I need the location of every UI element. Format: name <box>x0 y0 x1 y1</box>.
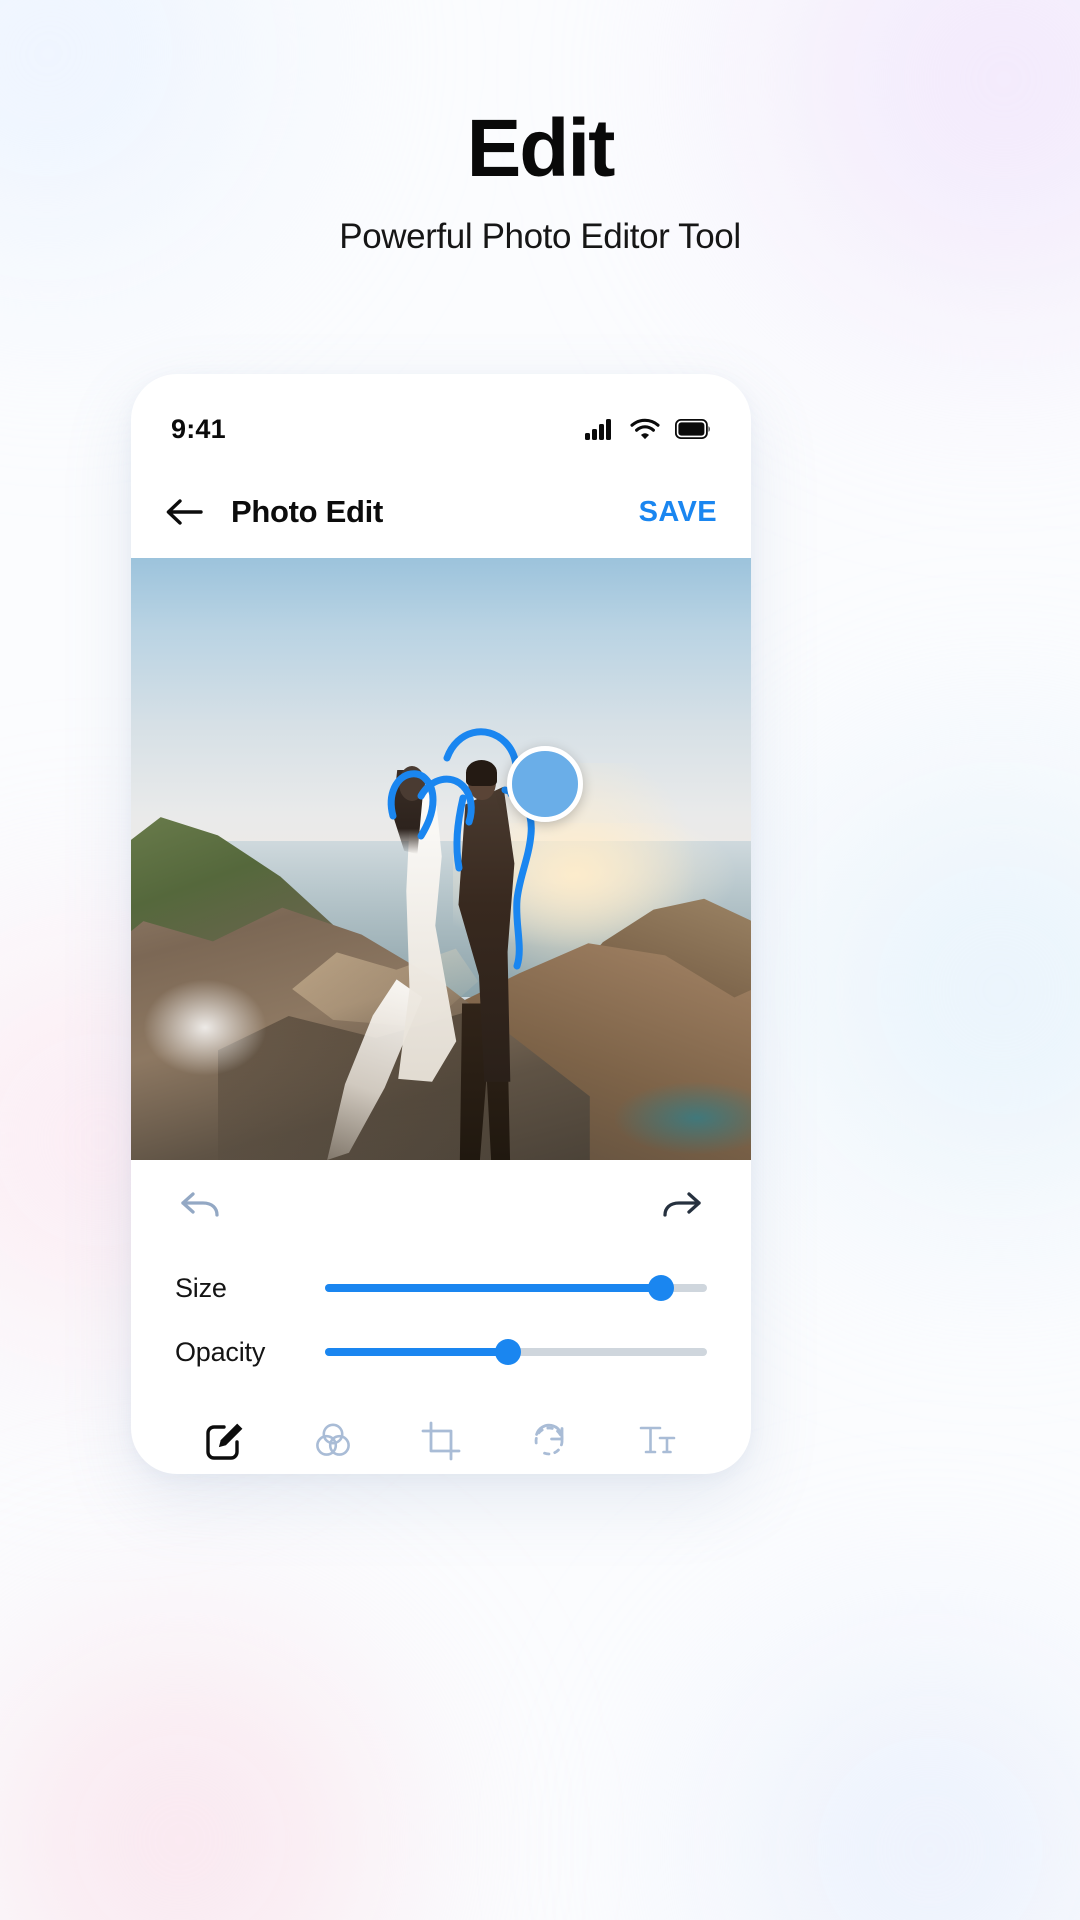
brush-annotation-strokes <box>387 728 535 970</box>
tool-filter[interactable]: Filter <box>281 1418 385 1474</box>
back-button[interactable] <box>165 495 209 529</box>
tool-crop[interactable]: Crop <box>389 1418 493 1474</box>
wifi-icon <box>630 418 660 440</box>
pencil-square-icon <box>204 1418 246 1464</box>
opacity-slider[interactable] <box>325 1339 707 1365</box>
screen-title: Photo Edit <box>231 494 383 529</box>
hero-section: Edit Powerful Photo Editor Tool <box>0 108 1080 257</box>
cellular-signal-icon <box>585 418 611 440</box>
status-time: 9:41 <box>171 413 226 444</box>
slider-label-size: Size <box>175 1272 227 1303</box>
size-slider-thumb[interactable] <box>648 1275 675 1301</box>
page-subtitle: Powerful Photo Editor Tool <box>339 217 741 256</box>
redo-button[interactable] <box>659 1189 703 1221</box>
phone-mockup: 9:41 Photo Edit SAVE Size Opacity <box>131 374 751 1474</box>
opacity-slider-thumb[interactable] <box>495 1339 522 1365</box>
tool-edit[interactable]: Edit <box>173 1418 277 1474</box>
undo-arrow-icon <box>181 1192 219 1217</box>
undo-button[interactable] <box>179 1189 223 1221</box>
photo-canvas[interactable] <box>131 558 751 1160</box>
size-slider[interactable] <box>325 1275 707 1301</box>
slider-row-size: Size <box>175 1256 707 1320</box>
slider-row-opacity: Opacity <box>175 1320 707 1384</box>
arrow-left-icon <box>166 499 203 525</box>
status-icons <box>585 418 711 440</box>
tool-rotate[interactable]: Rotate <box>497 1418 601 1474</box>
text-tt-icon <box>636 1418 678 1464</box>
background-blob-middle-right <box>720 640 1080 1340</box>
background-blob-bottom-right <box>620 1560 1080 1920</box>
battery-icon <box>675 419 710 439</box>
nav-bar: Photo Edit SAVE <box>131 466 751 558</box>
background-blob-bottom-left <box>0 1560 480 1920</box>
bottom-toolbar: Edit Filter <box>131 1384 751 1474</box>
rotate-clockwise-icon <box>528 1418 570 1464</box>
adjustment-sliders: Size Opacity <box>131 1250 751 1384</box>
slider-label-opacity: Opacity <box>175 1336 266 1367</box>
save-button[interactable]: SAVE <box>639 496 717 529</box>
app-screenshot: Edit Powerful Photo Editor Tool 9:41 Pho… <box>0 0 1080 1920</box>
crop-icon <box>420 1418 462 1464</box>
status-bar: 9:41 <box>131 374 751 466</box>
filter-circles-icon <box>312 1418 354 1464</box>
tool-text[interactable]: Text <box>605 1418 709 1474</box>
brush-size-handle[interactable] <box>507 746 583 822</box>
history-controls <box>131 1160 751 1250</box>
page-title: Edit <box>466 103 616 194</box>
redo-arrow-icon <box>663 1192 701 1217</box>
